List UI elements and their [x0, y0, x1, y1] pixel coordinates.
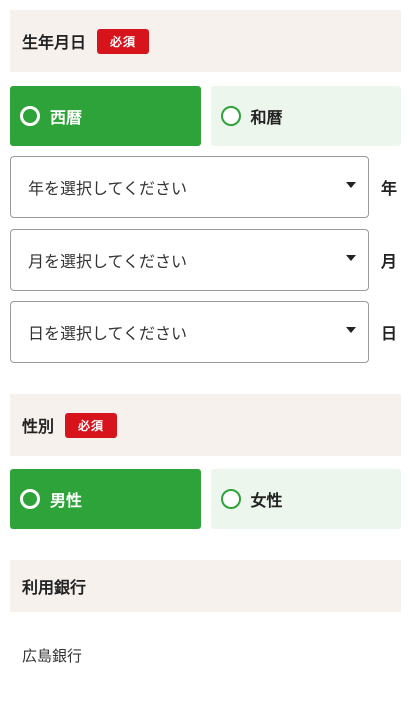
bank-value: 広島銀行 [22, 647, 83, 665]
gender-option-male[interactable]: 男性 [10, 469, 201, 529]
birthdate-required-badge: 必須 [97, 28, 150, 54]
year-select-placeholder: 年を選択してください [28, 179, 188, 198]
month-select-placeholder: 月を選択してください [28, 252, 188, 271]
day-select-placeholder: 日を選択してください [28, 324, 188, 343]
calendar-option-label: 西暦 [50, 108, 83, 127]
year-unit-label: 年 [381, 179, 398, 198]
gender-option-female[interactable]: 女性 [210, 469, 401, 529]
calendar-type-radio-group: 西暦 和暦 [10, 86, 401, 146]
radio-selected-icon [20, 489, 40, 509]
month-unit-label: 月 [381, 252, 398, 271]
day-select[interactable]: 日を選択してください [10, 301, 369, 363]
gender-required-badge: 必須 [65, 412, 118, 438]
radio-unselected-icon [220, 106, 241, 126]
birthdate-section-header: 生年月日 必須 [10, 10, 401, 72]
caret-down-icon [346, 182, 356, 188]
gender-section-header: 性別 必須 [10, 394, 401, 456]
gender-title: 性別 [22, 417, 55, 436]
calendar-option-wareki[interactable]: 和暦 [210, 86, 401, 146]
gender-radio-group: 男性 女性 [10, 469, 401, 529]
year-select[interactable]: 年を選択してください [10, 156, 369, 218]
gender-option-label: 男性 [50, 491, 83, 510]
day-unit-label: 日 [381, 324, 398, 343]
gender-option-label: 女性 [250, 491, 283, 510]
bank-section-header: 利用銀行 [10, 560, 401, 612]
caret-down-icon [346, 327, 356, 333]
calendar-option-label: 和暦 [250, 108, 283, 127]
calendar-option-seireki[interactable]: 西暦 [10, 86, 201, 146]
day-select-row: 日を選択してください 日 [10, 301, 401, 363]
year-select-row: 年を選択してください 年 [10, 156, 401, 218]
radio-unselected-icon [220, 489, 241, 509]
month-select[interactable]: 月を選択してください [10, 229, 369, 291]
caret-down-icon [346, 255, 356, 261]
birthdate-title: 生年月日 [22, 33, 87, 52]
radio-selected-icon [20, 106, 40, 126]
bank-title: 利用銀行 [22, 578, 87, 597]
month-select-row: 月を選択してください 月 [10, 229, 401, 291]
